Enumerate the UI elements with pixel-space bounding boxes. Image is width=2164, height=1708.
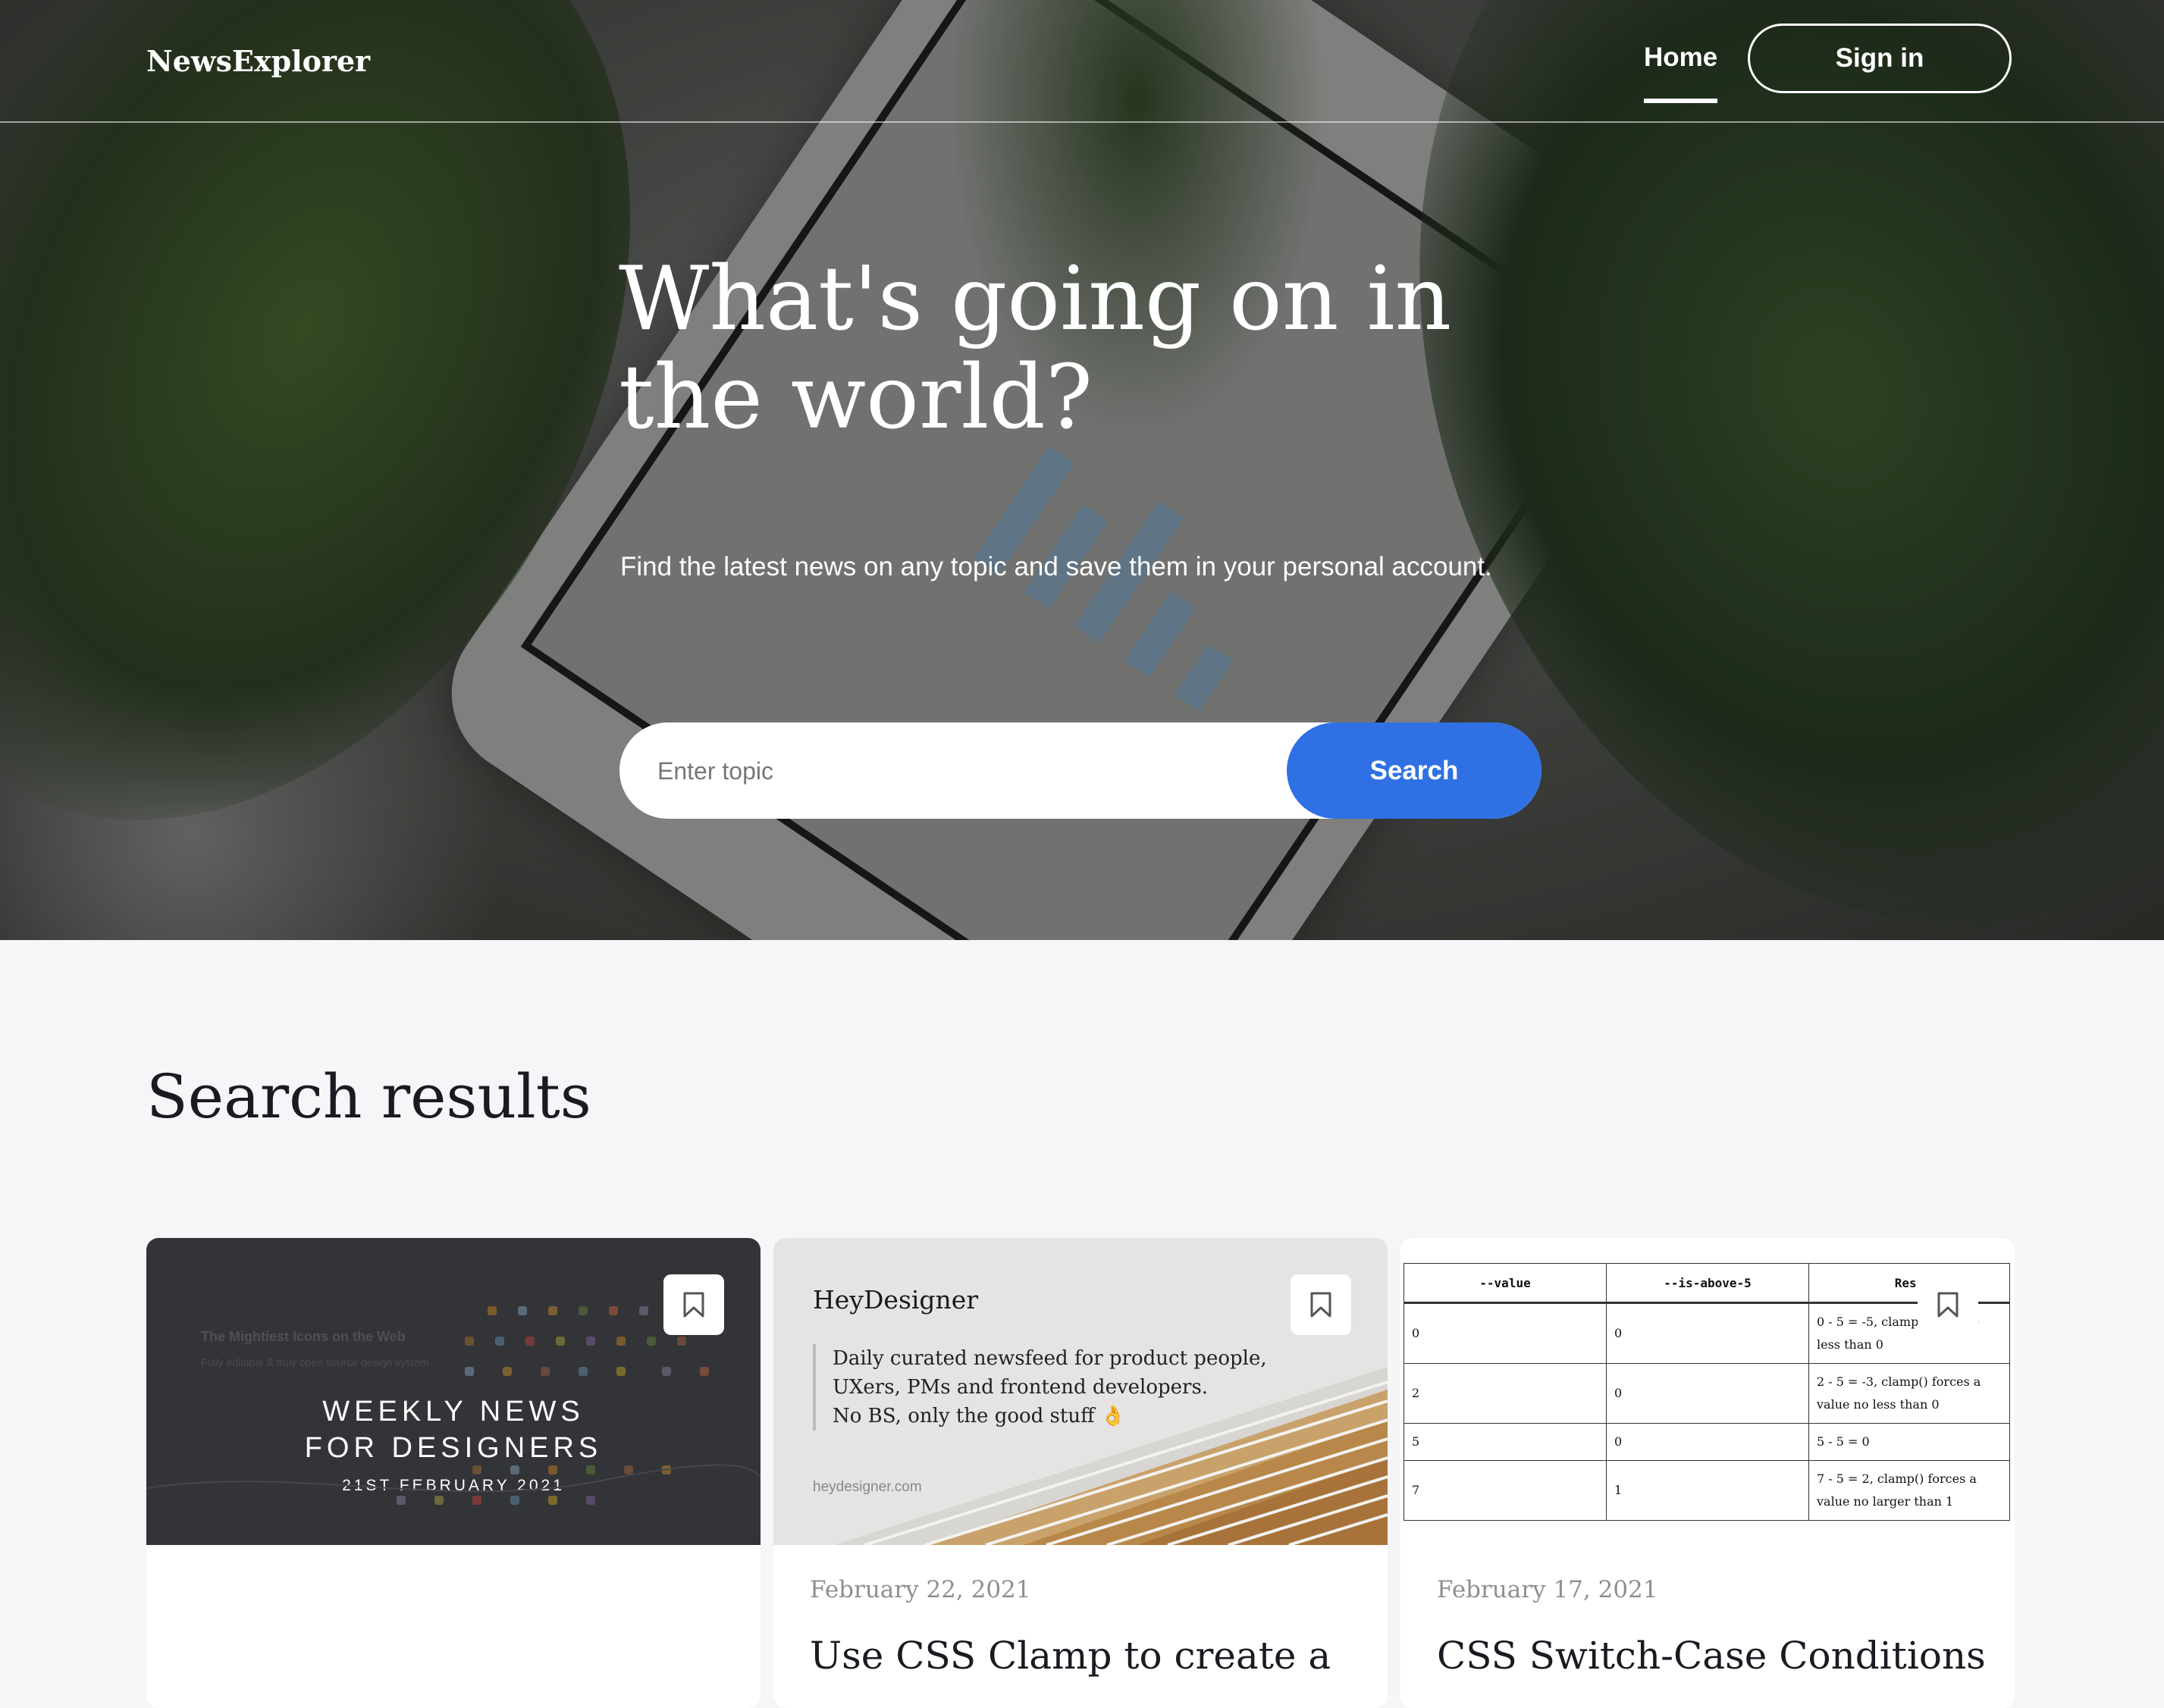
search-input[interactable]: [656, 722, 1250, 820]
table-cell: 0: [1403, 1302, 1607, 1364]
table-row: 7 1 7 - 5 = 2, clamp() forces a value no…: [1403, 1460, 2010, 1521]
table-row: 2 0 2 - 5 = -3, clamp() forces a value n…: [1403, 1363, 2010, 1424]
nav-home-link[interactable]: Home: [1644, 42, 1718, 103]
card-date: February 17, 2021: [1437, 1576, 1658, 1603]
bookmark-button[interactable]: [663, 1274, 724, 1335]
site-logo[interactable]: NewsExplorer: [146, 44, 370, 78]
bookmark-icon: [1937, 1292, 1959, 1318]
search-button[interactable]: Search: [1287, 722, 1541, 819]
card-title[interactable]: Use CSS Clamp to create a: [810, 1634, 1331, 1678]
search-form: Search: [619, 722, 1541, 820]
sign-in-button[interactable]: Sign in: [1748, 24, 2012, 93]
table-cell: 5 - 5 = 0: [1808, 1423, 2010, 1461]
table-cell: 2: [1403, 1363, 1607, 1424]
search-results-title: Search results: [146, 1061, 591, 1132]
hero-subtitle: Find the latest news on any topic and sa…: [620, 552, 1492, 581]
table-cell: 0: [1606, 1363, 1809, 1424]
quote-line: Daily curated newsfeed for product peopl…: [833, 1347, 1267, 1370]
bookmark-icon: [683, 1292, 704, 1318]
table-cell: 7: [1403, 1460, 1607, 1521]
card-title[interactable]: CSS Switch-Case Conditions: [1437, 1634, 1986, 1678]
card-image-url: heydesigner.com: [813, 1479, 922, 1495]
table-header: Resu: [1808, 1263, 2010, 1304]
hero-title: What's going on in the world?: [619, 248, 1452, 449]
table-header: --is-above-5: [1606, 1263, 1809, 1304]
bookmark-icon: [1310, 1292, 1331, 1318]
table-header: --value: [1403, 1263, 1607, 1304]
quote-line: UXers, PMs and frontend developers.: [833, 1376, 1209, 1399]
news-card[interactable]: The Mightiest Icons on the Web Fully edi…: [146, 1238, 761, 1708]
table-cell: 0 - 5 = -5, clamp( value no less than 0: [1808, 1302, 2010, 1364]
table-cell: 7 - 5 = 2, clamp() forces a value no lar…: [1808, 1460, 2010, 1521]
card-image-brand: HeyDesigner: [813, 1285, 979, 1315]
bookmark-button[interactable]: [1291, 1274, 1351, 1335]
card-date: February 22, 2021: [810, 1576, 1031, 1603]
table-cell: 0: [1606, 1302, 1809, 1364]
table-cell: 5: [1403, 1423, 1607, 1461]
news-card[interactable]: HeyDesigner Daily curated newsfeed for p…: [773, 1238, 1388, 1708]
table-cell: 2 - 5 = -3, clamp() forces a value no le…: [1808, 1363, 2010, 1424]
table-row: 5 0 5 - 5 = 0: [1403, 1423, 2010, 1461]
table-cell: 0: [1606, 1423, 1809, 1461]
news-card[interactable]: --value --is-above-5 Resu 0 0 0 - 5 = -5…: [1400, 1238, 2015, 1708]
bookmark-button[interactable]: [1918, 1274, 1978, 1335]
quote-line: No BS, only the good stuff 👌: [833, 1405, 1126, 1428]
table-cell: 1: [1606, 1460, 1809, 1521]
hero-section: NewsExplorer Home Sign in What's going o…: [0, 0, 2164, 940]
site-header: NewsExplorer Home Sign in: [0, 0, 2164, 123]
card-image-quote: Daily curated newsfeed for product peopl…: [813, 1344, 1267, 1431]
